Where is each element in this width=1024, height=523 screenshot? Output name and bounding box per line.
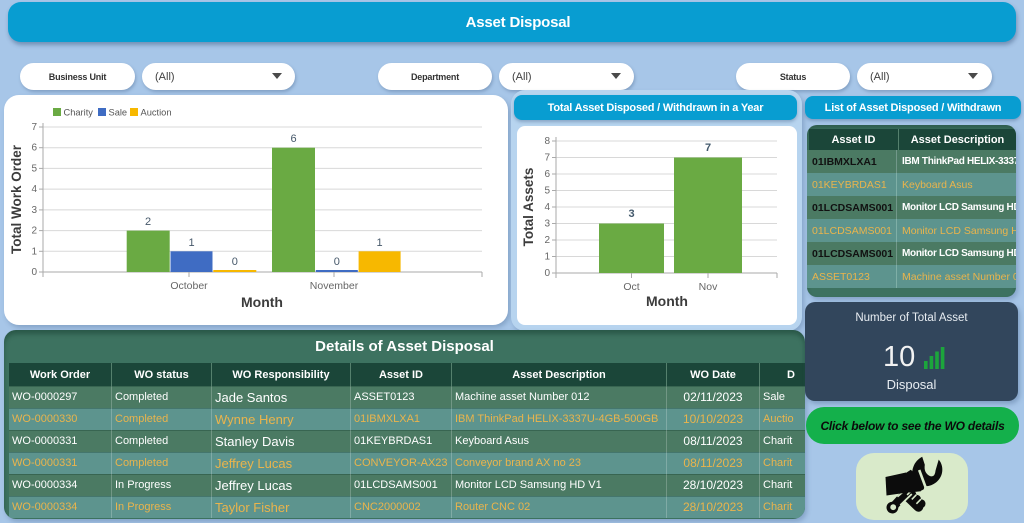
svg-text:3: 3 bbox=[544, 219, 550, 230]
svg-text:1: 1 bbox=[377, 237, 383, 249]
svg-text:5: 5 bbox=[31, 163, 37, 174]
svg-text:6: 6 bbox=[544, 169, 550, 180]
svg-text:1: 1 bbox=[31, 246, 37, 257]
svg-text:7: 7 bbox=[705, 142, 711, 154]
svg-text:Month: Month bbox=[241, 294, 283, 310]
svg-text:5: 5 bbox=[544, 186, 550, 197]
svg-text:Total Assets: Total Assets bbox=[521, 168, 536, 247]
svg-text:8: 8 bbox=[544, 136, 550, 147]
svg-text:Month: Month bbox=[646, 293, 688, 309]
svg-text:2: 2 bbox=[544, 235, 550, 246]
svg-text:4: 4 bbox=[31, 184, 37, 195]
svg-text:4: 4 bbox=[544, 202, 550, 213]
svg-text:7: 7 bbox=[31, 122, 37, 133]
svg-text:Total Work Order: Total Work Order bbox=[9, 144, 24, 254]
svg-text:Oct: Oct bbox=[623, 281, 639, 293]
svg-text:1: 1 bbox=[188, 237, 194, 249]
svg-text:6: 6 bbox=[290, 133, 296, 145]
svg-text:0: 0 bbox=[31, 267, 37, 278]
svg-text:Charity: Charity bbox=[64, 108, 94, 118]
svg-text:3: 3 bbox=[628, 208, 634, 220]
svg-text:2: 2 bbox=[31, 226, 37, 237]
svg-text:October: October bbox=[170, 280, 208, 292]
svg-text:0: 0 bbox=[334, 256, 340, 268]
svg-text:2: 2 bbox=[145, 216, 151, 228]
svg-text:0: 0 bbox=[232, 256, 238, 268]
svg-text:Auction: Auction bbox=[141, 108, 172, 118]
svg-text:6: 6 bbox=[31, 143, 37, 154]
svg-text:November: November bbox=[310, 280, 359, 292]
svg-text:0: 0 bbox=[544, 268, 550, 279]
svg-text:7: 7 bbox=[544, 153, 550, 164]
svg-text:3: 3 bbox=[31, 205, 37, 216]
svg-text:Sale: Sale bbox=[109, 108, 128, 118]
svg-text:1: 1 bbox=[544, 252, 550, 263]
svg-text:Nov: Nov bbox=[699, 281, 718, 293]
